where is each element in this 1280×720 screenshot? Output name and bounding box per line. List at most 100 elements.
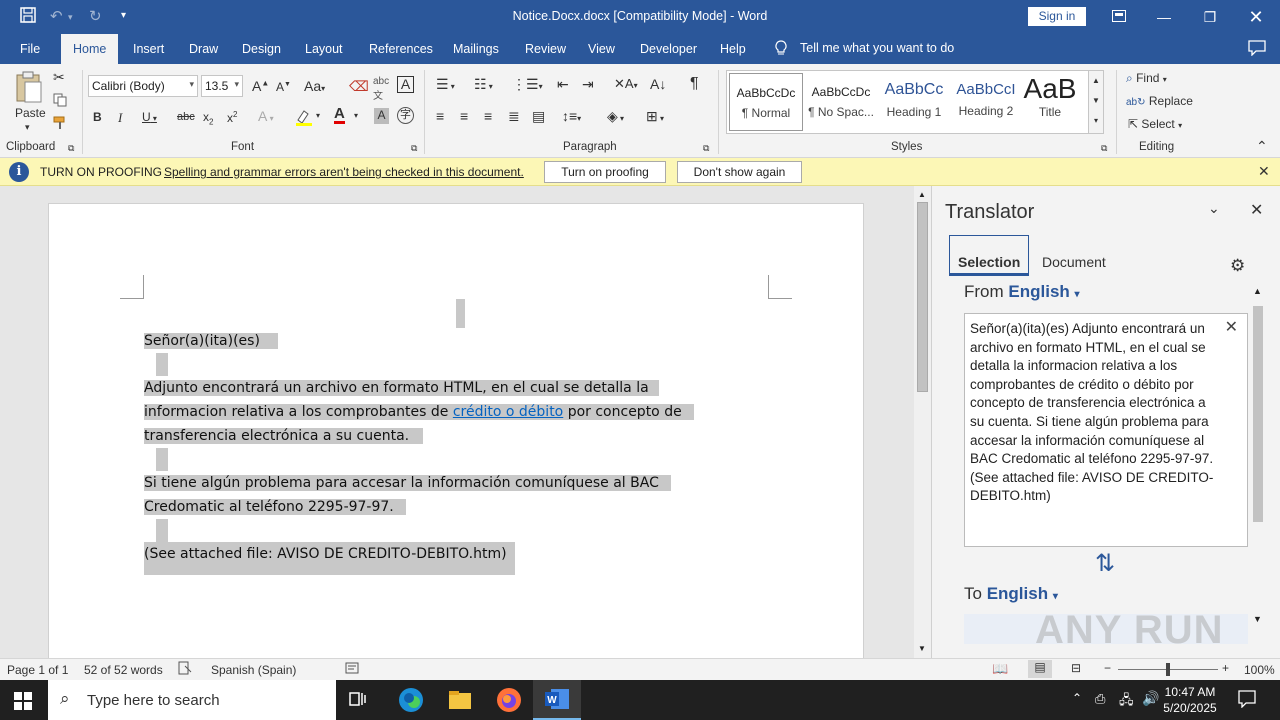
collapse-ribbon-icon[interactable]: ⌃ bbox=[1256, 138, 1268, 155]
word-count[interactable]: 52 of 52 words bbox=[84, 663, 163, 677]
paste-label[interactable]: Paste bbox=[15, 106, 46, 120]
firefox-icon[interactable] bbox=[495, 686, 523, 714]
source-text-box[interactable]: Señor(a)(ita)(es) Adjunto encontrará un … bbox=[964, 313, 1248, 547]
task-view-icon[interactable] bbox=[348, 690, 376, 718]
multilevel-list-icon[interactable]: ⋮☰▾ bbox=[512, 76, 543, 93]
increase-indent-icon[interactable]: ⇥ bbox=[582, 76, 594, 93]
zoom-out-icon[interactable]: − bbox=[1104, 661, 1111, 675]
character-shading-icon[interactable]: A bbox=[374, 108, 389, 124]
change-case-icon[interactable]: Aa▾ bbox=[304, 78, 325, 94]
zoom-level[interactable]: 100% bbox=[1244, 663, 1275, 677]
font-launcher-icon[interactable]: ⧉ bbox=[411, 143, 417, 154]
clear-source-icon[interactable]: ✕ bbox=[1225, 319, 1238, 338]
tab-draw[interactable]: Draw bbox=[189, 42, 218, 56]
taskbar-clock[interactable]: 10:47 AM 5/20/2025 bbox=[1162, 684, 1218, 716]
tab-insert[interactable]: Insert bbox=[133, 42, 164, 56]
phonetic-guide-icon[interactable]: abc 文 bbox=[373, 76, 389, 102]
highlight-dropdown-icon[interactable]: ▾ bbox=[316, 111, 320, 120]
comments-icon[interactable] bbox=[1248, 40, 1266, 59]
turn-on-proofing-button[interactable]: Turn on proofing bbox=[544, 161, 666, 183]
underline-icon[interactable]: U ▾ bbox=[142, 110, 157, 124]
grow-font-icon[interactable]: A▲ bbox=[252, 78, 269, 94]
clear-formatting-icon[interactable]: ⌫ bbox=[349, 78, 369, 95]
restore-button[interactable]: ❐ bbox=[1188, 4, 1232, 30]
tab-developer[interactable]: Developer bbox=[640, 42, 697, 56]
select-button[interactable]: ⇱ Select ▾ bbox=[1128, 117, 1182, 131]
dont-show-again-button[interactable]: Don't show again bbox=[677, 161, 802, 183]
copy-icon[interactable] bbox=[53, 93, 67, 110]
decrease-indent-icon[interactable]: ⇤ bbox=[557, 76, 569, 93]
network-status-icon[interactable]: ⎙ bbox=[1095, 691, 1105, 707]
translator-scrollbar[interactable]: ▲ ▼ bbox=[1251, 286, 1265, 628]
show-hidden-icons[interactable]: ⌃ bbox=[1072, 691, 1082, 705]
shading-icon[interactable]: ◈ ▾ bbox=[607, 108, 624, 125]
format-painter-icon[interactable] bbox=[53, 116, 67, 133]
minimize-button[interactable]: — bbox=[1142, 4, 1186, 30]
sign-in-button[interactable]: Sign in bbox=[1028, 7, 1086, 26]
align-center-icon[interactable]: ≡ bbox=[460, 108, 468, 124]
notifications-icon[interactable] bbox=[1238, 690, 1256, 711]
tab-help[interactable]: Help bbox=[720, 42, 746, 56]
tab-view[interactable]: View bbox=[588, 42, 615, 56]
document-page[interactable]: Señor(a)(ita)(es) Adjunto encontrará un … bbox=[48, 203, 864, 658]
font-color-dropdown-icon[interactable]: ▾ bbox=[354, 111, 358, 120]
superscript-icon[interactable]: x2 bbox=[227, 110, 237, 125]
tab-home[interactable]: Home bbox=[61, 34, 119, 64]
scroll-down-icon[interactable]: ▼ bbox=[918, 644, 926, 653]
style-heading-2[interactable]: AaBbCcI Heading 2 bbox=[949, 73, 1023, 131]
tab-review[interactable]: Review bbox=[525, 42, 566, 56]
from-language[interactable]: From English ▾ bbox=[964, 282, 1080, 302]
read-mode-icon[interactable]: 📖 bbox=[992, 661, 1008, 677]
styles-scroll-buttons[interactable]: ▲ ▼ ▾ bbox=[1088, 70, 1104, 134]
style-no-spacing[interactable]: AaBbCcDc ¶ No Spac... bbox=[804, 73, 878, 131]
print-layout-icon[interactable]: ▤ bbox=[1028, 660, 1052, 678]
style-normal[interactable]: AaBbCcDc ¶ Normal bbox=[729, 73, 803, 131]
pane-options-icon[interactable]: ⌄ bbox=[1208, 200, 1220, 217]
tab-layout[interactable]: Layout bbox=[305, 42, 343, 56]
distributed-icon[interactable]: ▤ bbox=[532, 108, 545, 125]
swap-languages-icon[interactable]: ⇅ bbox=[1095, 549, 1115, 578]
show-formatting-marks-icon[interactable]: ¶ bbox=[690, 75, 699, 93]
line-spacing-icon[interactable]: ↕≡▾ bbox=[562, 108, 581, 124]
network-icon[interactable]: 🖧 bbox=[1119, 691, 1134, 713]
accessibility-icon[interactable] bbox=[345, 661, 359, 678]
pane-close-icon[interactable]: ✕ bbox=[1250, 200, 1263, 220]
highlight-color-icon[interactable] bbox=[295, 108, 313, 129]
ribbon-display-options-icon[interactable] bbox=[1097, 4, 1141, 30]
asian-layout-icon[interactable]: ✕A▾ bbox=[614, 76, 638, 92]
zoom-slider-thumb[interactable] bbox=[1166, 663, 1170, 676]
tab-mailings[interactable]: Mailings bbox=[453, 42, 499, 56]
shrink-font-icon[interactable]: A▼ bbox=[276, 80, 291, 94]
tab-selection[interactable]: Selection bbox=[949, 235, 1030, 276]
translator-scroll-thumb[interactable] bbox=[1253, 306, 1263, 522]
align-left-icon[interactable]: ≡ bbox=[436, 108, 444, 124]
tab-file[interactable]: File bbox=[20, 42, 40, 56]
enclose-characters-icon[interactable]: 字 bbox=[397, 107, 414, 124]
taskbar-search[interactable]: ⌕ Type here to search bbox=[48, 680, 336, 720]
proofing-icon[interactable] bbox=[178, 661, 192, 678]
bullets-icon[interactable]: ☰ ▾ bbox=[436, 76, 455, 93]
borders-icon[interactable]: ⊞ ▾ bbox=[646, 108, 664, 125]
paste-icon[interactable] bbox=[14, 70, 44, 107]
doc-credit-debit-link[interactable]: crédito o débito bbox=[453, 404, 563, 420]
scroll-up-icon[interactable]: ▲ bbox=[918, 190, 926, 199]
tab-references[interactable]: References bbox=[369, 42, 433, 56]
subscript-icon[interactable]: x2 bbox=[203, 110, 213, 126]
document-scrollbar[interactable]: ▲ ▼ bbox=[914, 186, 931, 658]
style-title[interactable]: AaB Title bbox=[1013, 73, 1087, 131]
justify-icon[interactable]: ≣ bbox=[508, 108, 520, 125]
web-layout-icon[interactable]: ⊟ bbox=[1071, 661, 1081, 675]
tell-me-search[interactable]: Tell me what you want to do bbox=[800, 41, 954, 55]
word-taskbar-button[interactable]: W bbox=[533, 680, 581, 720]
style-heading-1[interactable]: AaBbCc Heading 1 bbox=[877, 73, 951, 131]
strikethrough-icon[interactable]: abc bbox=[177, 111, 195, 123]
font-name-combo[interactable]: Calibri (Body) ▾ bbox=[88, 75, 198, 97]
italic-icon[interactable]: I bbox=[118, 110, 122, 126]
page-count[interactable]: Page 1 of 1 bbox=[7, 663, 68, 677]
file-explorer-icon[interactable] bbox=[446, 686, 474, 714]
cut-icon[interactable]: ✂ bbox=[53, 69, 65, 86]
paste-dropdown-icon[interactable]: ▾ bbox=[25, 122, 30, 133]
numbering-icon[interactable]: ☷ ▾ bbox=[474, 76, 493, 93]
windows-start-icon[interactable] bbox=[14, 692, 32, 713]
font-color-icon[interactable]: A bbox=[334, 106, 345, 124]
